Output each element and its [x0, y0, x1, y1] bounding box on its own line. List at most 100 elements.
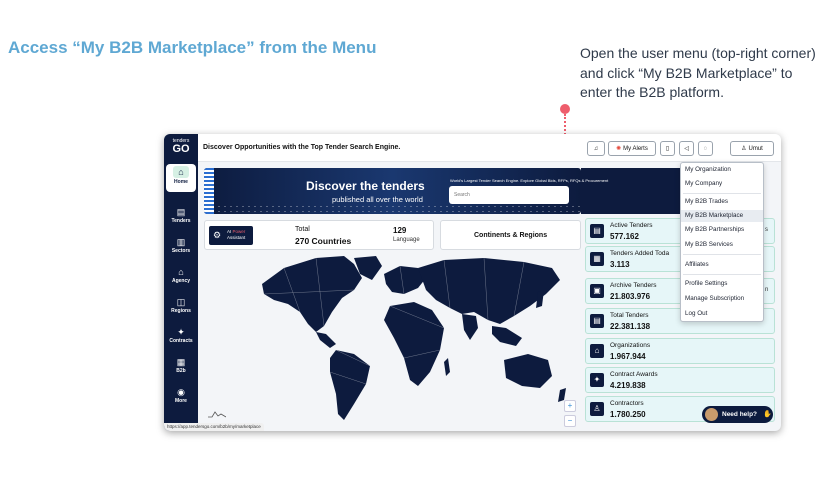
- hero-title: Discover the tenders: [306, 179, 425, 193]
- home-icon: ⌂: [173, 166, 189, 178]
- sidebar-item-home[interactable]: ⌂ Home: [166, 164, 196, 192]
- user-dropdown-menu: My Organization My Company My B2B Trades…: [680, 162, 764, 322]
- language-count: 129: [393, 226, 407, 235]
- notifications-button[interactable]: ♫: [587, 141, 605, 156]
- ai-assistant-button[interactable]: ⚙ AI Power Assistant: [209, 226, 253, 245]
- stack-icon: ▤: [590, 314, 604, 328]
- menu-item-manage-subscription[interactable]: Manage Subscription: [681, 293, 763, 305]
- bookmark-icon: ▯: [665, 146, 670, 152]
- menu-item-profile-settings[interactable]: Profile Settings: [681, 278, 763, 290]
- sidebar-item-label: Contracts: [169, 338, 193, 344]
- kpi-label: Active Tenders: [610, 222, 653, 229]
- sidebar-item-tenders[interactable]: ▤ Tenders: [166, 206, 196, 234]
- bookmark-button[interactable]: ▯: [660, 141, 675, 156]
- menu-divider: [683, 254, 761, 255]
- total-label: Total: [295, 226, 310, 233]
- archive-icon: ▣: [590, 284, 604, 298]
- ai-chip-icon: ⚙: [213, 230, 222, 240]
- zoom-out-button[interactable]: −: [564, 415, 576, 427]
- guide-title: Access “My B2B Marketplace” from the Men…: [8, 38, 377, 57]
- contract-icon: ✦: [177, 327, 185, 337]
- document-icon: ▤: [590, 224, 604, 238]
- assistant-label: Assistant: [227, 235, 246, 240]
- kpi-clipped-text: n: [765, 287, 769, 293]
- menu-item-my-organization[interactable]: My Organization: [681, 164, 763, 176]
- logo-main-text: GO: [172, 143, 190, 155]
- top-headline: Discover Opportunities with the Top Tend…: [203, 144, 401, 151]
- stats-row: ⚙ AI Power Assistant Total 270 Countries…: [204, 220, 581, 250]
- sidebar-item-more[interactable]: ◉ More: [166, 386, 196, 414]
- kpi-clipped-text: s: [765, 227, 768, 233]
- kpi-value: 1.967.944: [610, 352, 646, 361]
- menu-item-my-b2b-services[interactable]: My B2B Services: [681, 239, 763, 251]
- my-alerts-button[interactable]: ✺ My Alerts: [608, 141, 656, 156]
- map-icon: ◫: [176, 297, 186, 307]
- map-legend-sparkline-icon: [208, 411, 226, 418]
- app-screenshot: tenders GO ⌂ Home ▤ Tenders ▥ Sectors ⌂ …: [164, 134, 781, 431]
- calendar-icon: ▦: [590, 252, 604, 266]
- menu-divider: [683, 193, 761, 194]
- sidebar-item-label: Regions: [171, 308, 191, 314]
- kpi-label: Contractors: [610, 400, 644, 407]
- world-map[interactable]: + −: [204, 254, 581, 427]
- menu-item-my-b2b-trades[interactable]: My B2B Trades: [681, 196, 763, 208]
- search-input[interactable]: Search: [449, 186, 569, 204]
- support-avatar: [705, 408, 718, 421]
- more-icon: ◉: [177, 387, 185, 397]
- world-map-graphic: [262, 256, 566, 420]
- document-icon: ▤: [176, 207, 186, 217]
- sidebar-item-label: More: [175, 398, 187, 404]
- tendersgo-logo[interactable]: tenders GO: [167, 138, 195, 160]
- kpi-value: 4.219.838: [610, 381, 646, 390]
- megaphone-icon: ◁: [684, 146, 689, 152]
- total-countries-value: 270 Countries: [295, 236, 352, 246]
- kpi-value: 22.381.138: [610, 322, 651, 331]
- kpi-label: Total Tenders: [610, 312, 649, 319]
- kpi-organizations[interactable]: ⌂ Organizations 1.967.944: [585, 338, 775, 364]
- countries-card: ⚙ AI Power Assistant Total 270 Countries…: [204, 220, 435, 250]
- bar-chart-icon: ▥: [176, 237, 186, 247]
- sidebar-item-b2b[interactable]: ▦ B2b: [166, 356, 196, 384]
- menu-item-my-b2b-marketplace[interactable]: My B2B Marketplace: [681, 210, 763, 222]
- alert-icon: ✺: [616, 146, 622, 152]
- ai-accent-label: Power: [232, 229, 246, 234]
- need-help-button[interactable]: Need help? ✋: [702, 406, 773, 423]
- menu-item-log-out[interactable]: Log Out: [681, 308, 763, 320]
- user-icon: ♙: [741, 146, 747, 152]
- menu-item-my-company[interactable]: My Company: [681, 178, 763, 190]
- kpi-value: 1.780.250: [610, 410, 646, 419]
- sidebar-item-label: Tenders: [171, 218, 191, 224]
- sidebar: tenders GO ⌂ Home ▤ Tenders ▥ Sectors ⌂ …: [164, 134, 198, 431]
- continents-regions-label: Continents & Regions: [473, 232, 548, 239]
- kpi-label: Contract Awards: [610, 371, 658, 378]
- city-lights-decoration: [204, 204, 581, 214]
- chat-button[interactable]: ◌: [698, 141, 713, 156]
- kpi-label: Tenders Added Toda: [610, 250, 670, 257]
- hero-tagline: World's Largest Tender Search Engine. Ex…: [450, 178, 609, 183]
- menu-item-my-b2b-partnerships[interactable]: My B2B Partnerships: [681, 224, 763, 236]
- kpi-label: Organizations: [610, 342, 651, 349]
- sidebar-item-contracts[interactable]: ✦ Contracts: [166, 326, 196, 354]
- kpi-contract-awards[interactable]: ✦ Contract Awards 4.219.838: [585, 367, 775, 393]
- hero-banner-extension: [581, 168, 681, 214]
- hero-subtitle: published all over the world: [332, 195, 423, 204]
- sidebar-item-label: B2b: [176, 368, 186, 374]
- kpi-label: Archive Tenders: [610, 282, 657, 289]
- top-bar: Discover Opportunities with the Top Tend…: [198, 134, 781, 162]
- menu-item-affiliates[interactable]: Affiliates: [681, 259, 763, 271]
- zoom-in-button[interactable]: +: [564, 400, 576, 412]
- kpi-value: 3.113: [610, 260, 630, 269]
- building-icon: ⌂: [178, 267, 184, 277]
- b2b-icon: ▦: [176, 357, 186, 367]
- kpi-value: 21.803.976: [610, 292, 651, 301]
- user-menu-button[interactable]: ♙ Umut: [730, 141, 774, 156]
- sidebar-item-sectors[interactable]: ▥ Sectors: [166, 236, 196, 264]
- announcement-button[interactable]: ◁: [679, 141, 694, 156]
- sidebar-item-regions[interactable]: ◫ Regions: [166, 296, 196, 324]
- kpi-value: 577.162: [610, 232, 639, 241]
- continents-regions-button[interactable]: Continents & Regions: [440, 220, 581, 250]
- ai-label: AI: [227, 229, 232, 234]
- award-icon: ✦: [590, 373, 604, 387]
- sidebar-item-agency[interactable]: ⌂ Agency: [166, 266, 196, 294]
- menu-divider: [683, 274, 761, 275]
